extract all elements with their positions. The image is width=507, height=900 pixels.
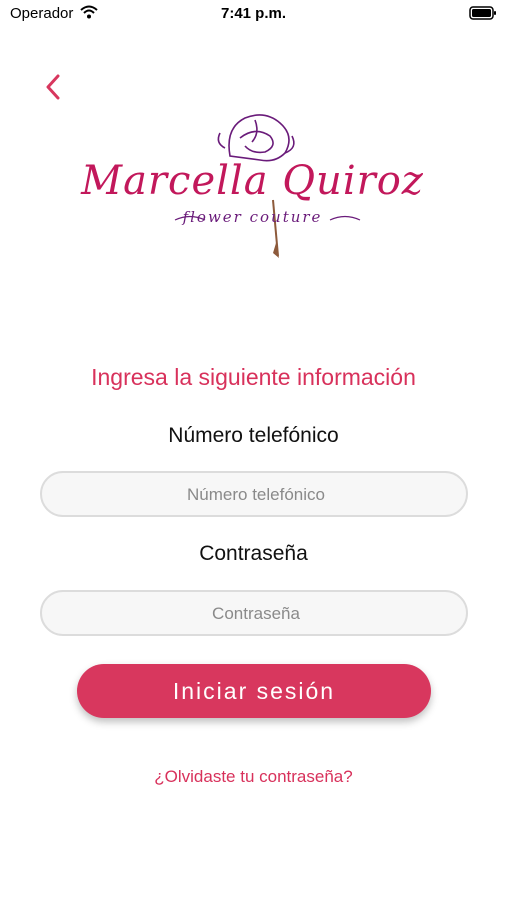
password-label: Contraseña	[199, 542, 308, 565]
phone-field-container	[40, 471, 468, 517]
brand-logo: Marcella Quiroz flower couture	[80, 108, 425, 268]
forgot-password-link[interactable]: ¿Olvidaste tu contraseña?	[0, 767, 507, 787]
back-button[interactable]	[38, 72, 68, 106]
form-heading: Ingresa la siguiente información	[91, 364, 416, 390]
password-field-container	[40, 590, 468, 636]
battery-icon	[469, 6, 497, 25]
password-input[interactable]	[42, 592, 466, 634]
login-button[interactable]: Iniciar sesión	[77, 664, 431, 718]
phone-label: Número telefónico	[168, 424, 339, 447]
chevron-left-icon	[45, 74, 61, 105]
status-time: 7:41 p.m.	[220, 5, 287, 22]
phone-input[interactable]	[42, 473, 466, 515]
status-bar: Operador 7:41 p.m.	[0, 0, 507, 30]
